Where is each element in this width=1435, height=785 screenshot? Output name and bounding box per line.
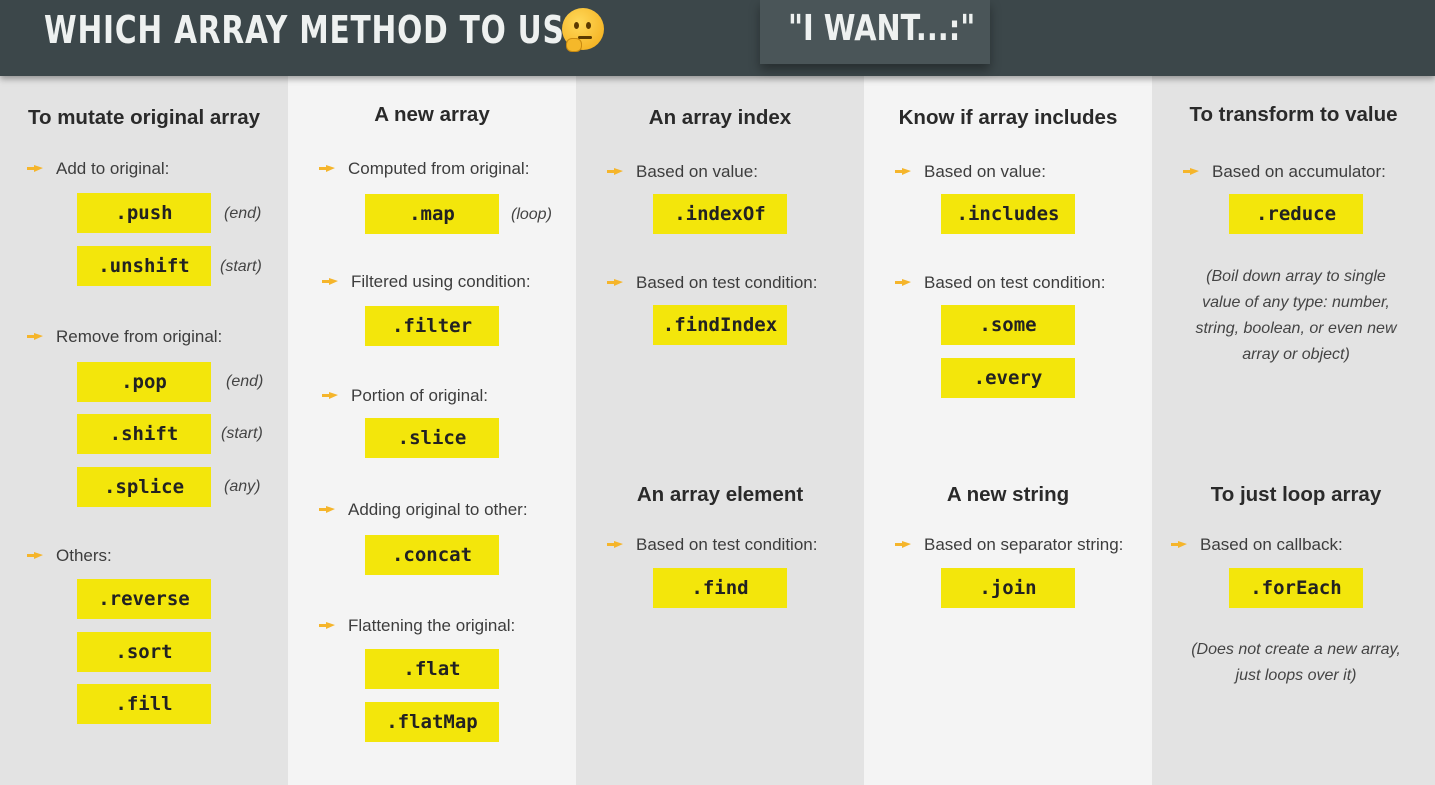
hand-pointing-right-icon <box>319 506 335 513</box>
page-title: WHICH ARRAY METHOD TO USE? <box>44 8 604 52</box>
note-unshift: (start) <box>220 258 262 275</box>
method-filter: .filter <box>365 306 499 346</box>
method-map: .map <box>365 194 499 234</box>
label-transform-by-accumulator: Based on accumulator: <box>1212 162 1386 181</box>
hand-pointing-right-icon <box>607 168 623 175</box>
label-index-by-value: Based on value: <box>636 162 758 181</box>
heading-includes: Know if array includes <box>898 106 1118 129</box>
foreach-description: (Does not create a new array, just loops… <box>1191 641 1401 684</box>
method-every: .every <box>941 358 1075 398</box>
column-includes-string <box>864 76 1152 785</box>
hand-pointing-right-icon <box>607 279 623 286</box>
heading-new-array: A new array <box>374 103 490 126</box>
method-some: .some <box>941 305 1075 345</box>
heading-new-string: A new string <box>946 483 1070 506</box>
method-findindex: .findIndex <box>653 305 787 345</box>
label-portion: Portion of original: <box>351 386 489 405</box>
label-adding: Adding original to other: <box>348 500 528 519</box>
note-shift: (start) <box>221 425 263 442</box>
tagline: "I WANT...:" <box>788 8 976 49</box>
hand-pointing-right-icon <box>322 278 338 285</box>
hand-pointing-right-icon <box>895 279 911 286</box>
label-filtered: Filtered using condition: <box>351 272 531 291</box>
hand-pointing-right-icon <box>1183 168 1199 175</box>
method-unshift: .unshift <box>77 246 211 286</box>
method-join: .join <box>941 568 1075 608</box>
hand-pointing-right-icon <box>322 392 338 399</box>
method-find: .find <box>653 568 787 608</box>
header-bar: WHICH ARRAY METHOD TO USE? "I WANT...:" <box>0 0 1435 76</box>
note-push: (end) <box>224 205 262 222</box>
method-indexof: .indexOf <box>653 194 787 234</box>
method-fill: .fill <box>77 684 211 724</box>
method-concat: .concat <box>365 535 499 575</box>
label-computed: Computed from original: <box>348 159 530 178</box>
heading-loop: To just loop array <box>1210 483 1382 506</box>
hand-pointing-right-icon <box>607 541 623 548</box>
method-sort: .sort <box>77 632 211 672</box>
heading-array-element: An array element <box>636 483 804 506</box>
note-map: (loop) <box>511 206 552 223</box>
label-includes-by-value: Based on value: <box>924 162 1046 181</box>
hand-pointing-right-icon <box>895 541 911 548</box>
method-flat: .flat <box>365 649 499 689</box>
hand-pointing-right-icon <box>27 165 43 172</box>
note-splice: (any) <box>224 478 261 495</box>
method-push: .push <box>77 193 211 233</box>
hand-pointing-right-icon <box>319 165 335 172</box>
label-string-by-separator: Based on separator string: <box>924 535 1124 554</box>
method-splice: .splice <box>77 467 211 507</box>
column-index-element <box>576 76 864 785</box>
method-includes: .includes <box>941 194 1075 234</box>
hand-pointing-right-icon <box>895 168 911 175</box>
label-element-by-test: Based on test condition: <box>636 535 818 554</box>
method-reduce: .reduce <box>1229 194 1363 234</box>
tagline-box: "I WANT...:" <box>760 0 990 64</box>
label-flattening: Flattening the original: <box>348 616 516 635</box>
reduce-description: (Boil down array to single value of any … <box>1195 268 1397 363</box>
label-remove-from-original: Remove from original: <box>56 327 223 346</box>
method-pop: .pop <box>77 362 211 402</box>
note-pop: (end) <box>226 373 264 390</box>
thinking-face-icon <box>562 8 604 52</box>
method-shift: .shift <box>77 414 211 454</box>
heading-array-index: An array index <box>648 106 792 129</box>
hand-pointing-right-icon <box>27 552 43 559</box>
hand-pointing-right-icon <box>27 333 43 340</box>
heading-mutate: To mutate original array <box>27 106 260 129</box>
label-others: Others: <box>56 546 112 565</box>
hand-pointing-right-icon <box>1171 541 1187 548</box>
method-foreach: .forEach <box>1229 568 1363 608</box>
heading-transform: To transform to value <box>1189 103 1398 126</box>
method-slice: .slice <box>365 418 499 458</box>
label-add-to-original: Add to original: <box>56 159 170 178</box>
label-includes-by-test: Based on test condition: <box>924 273 1106 292</box>
label-loop-by-callback: Based on callback: <box>1200 535 1343 554</box>
hand-pointing-right-icon <box>319 622 335 629</box>
label-index-by-test: Based on test condition: <box>636 273 818 292</box>
method-flatmap: .flatMap <box>365 702 499 742</box>
method-reverse: .reverse <box>77 579 211 619</box>
